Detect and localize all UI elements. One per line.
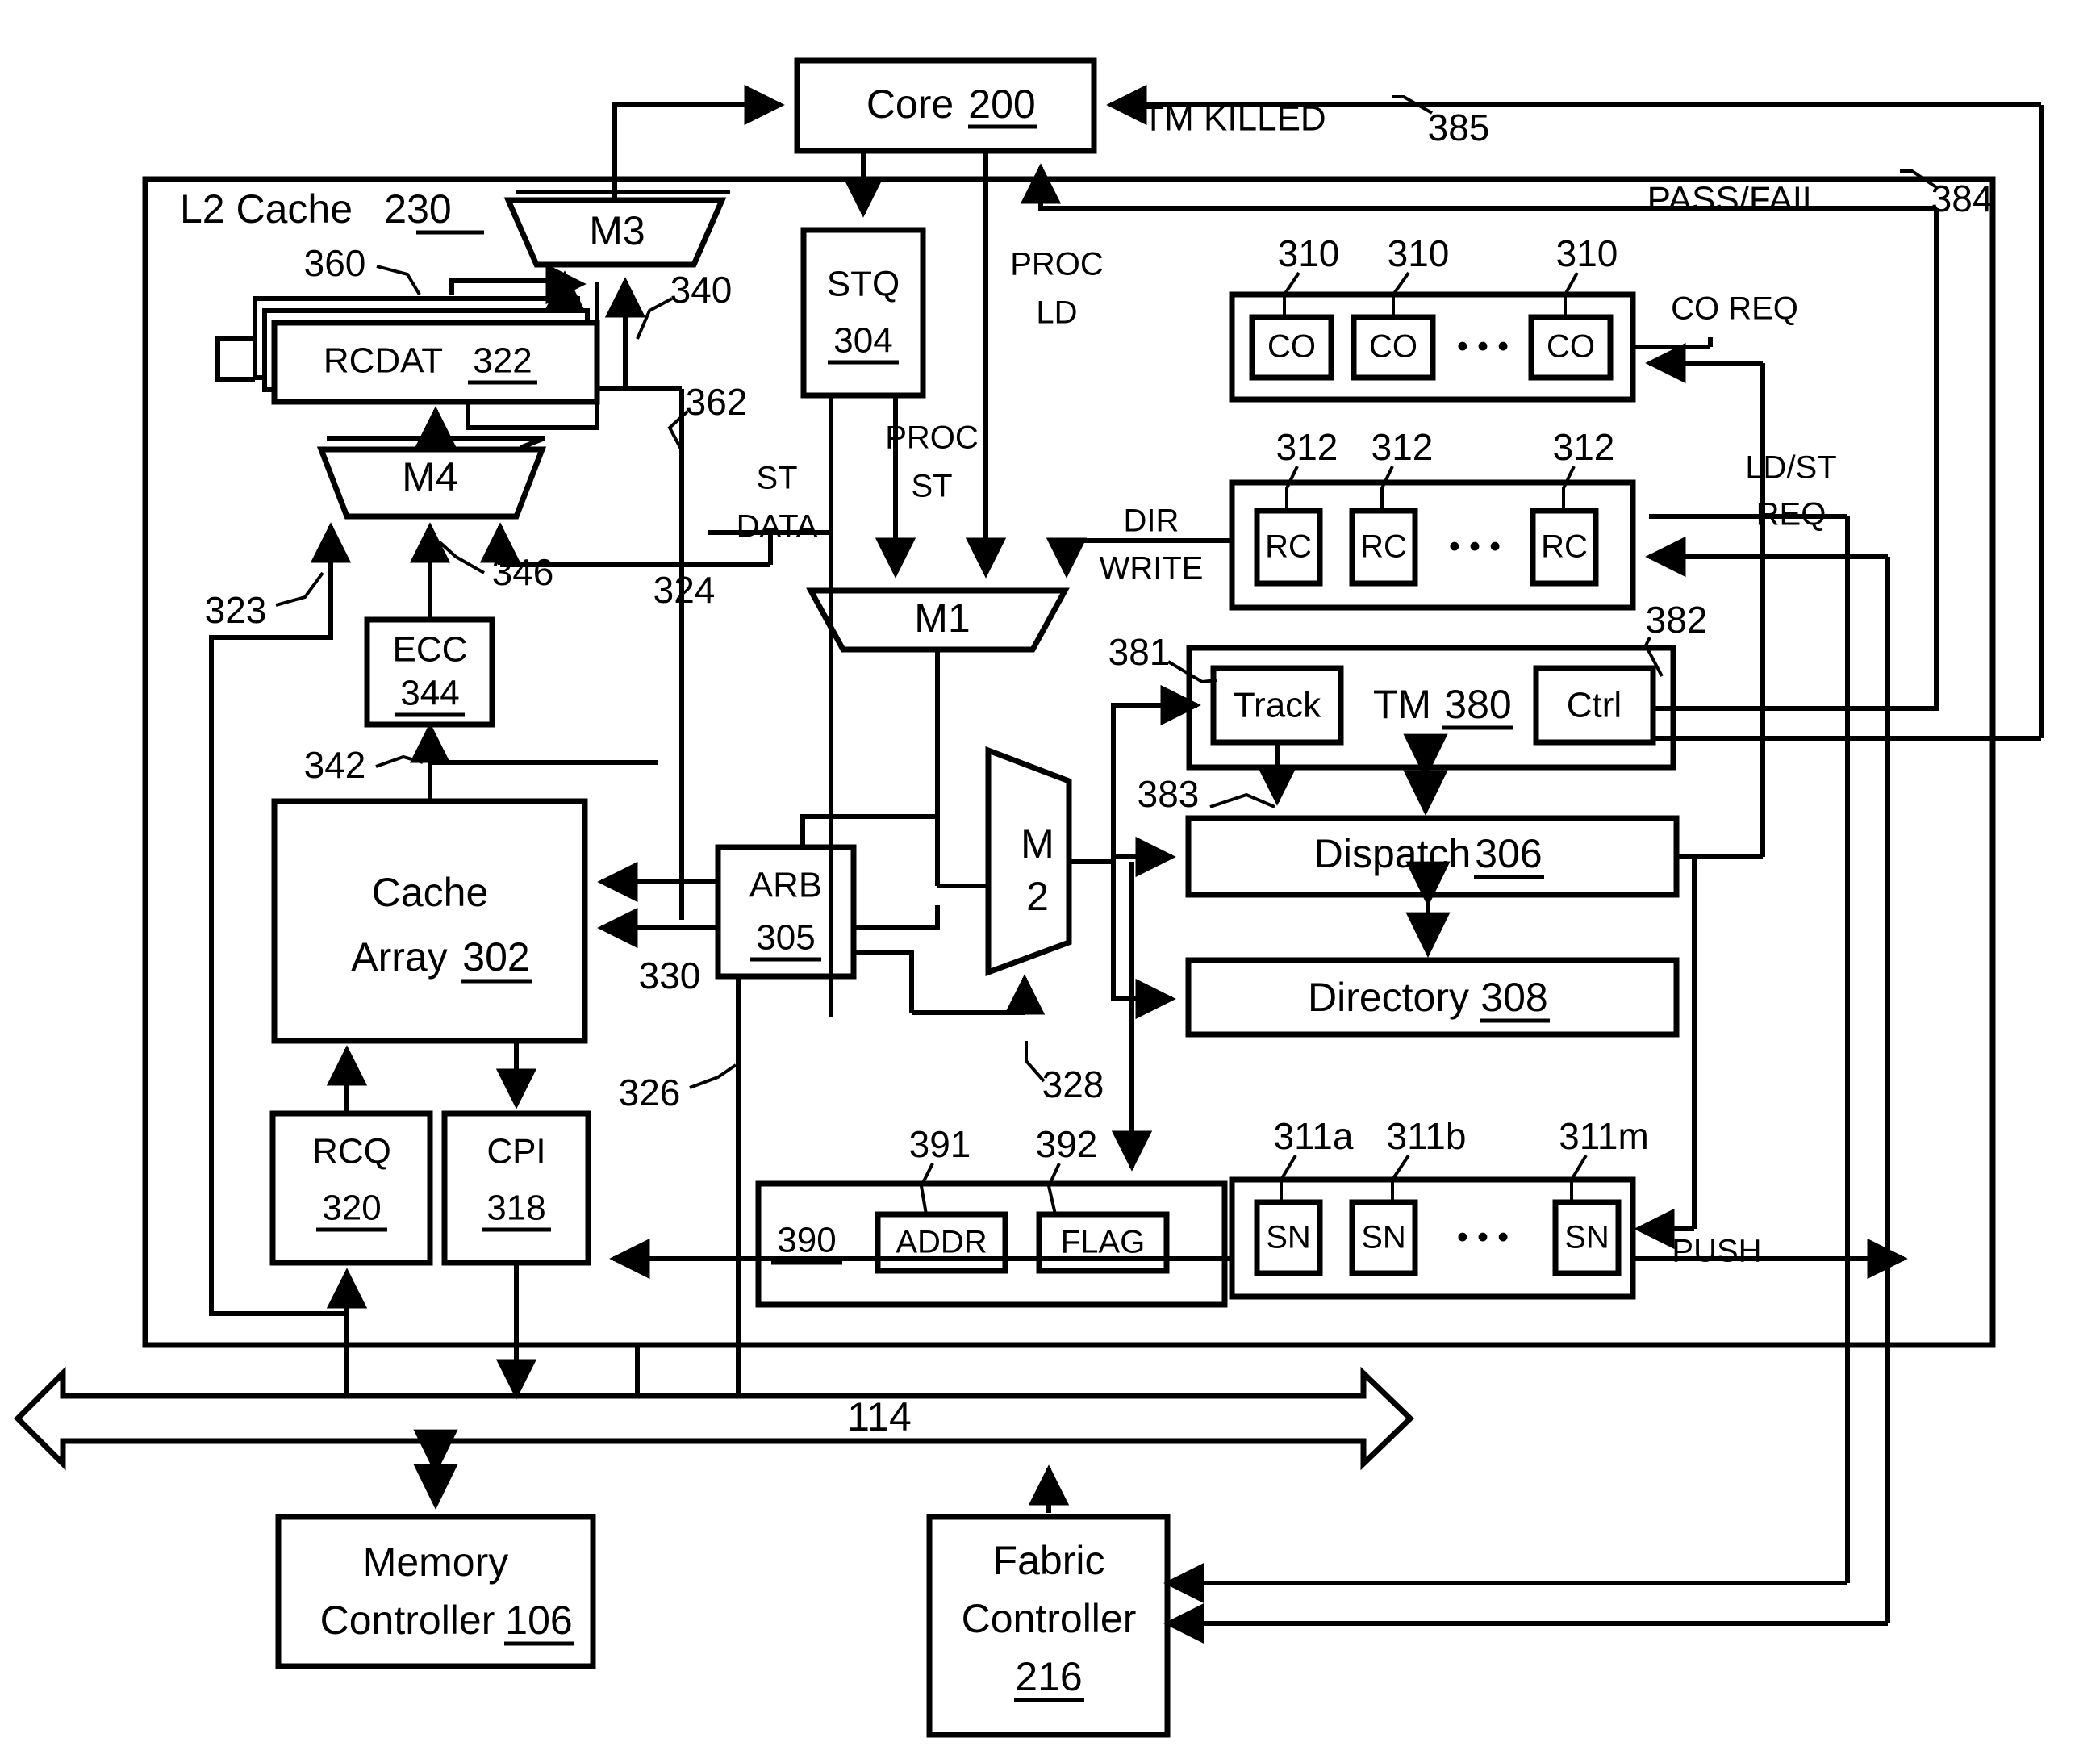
m4-label: M4 <box>402 454 457 499</box>
ref-362: 362 <box>686 381 748 423</box>
cache-array-label-1: Cache <box>372 870 489 915</box>
sn-label-1: SN <box>1266 1220 1311 1255</box>
system-bus-114 <box>14 1366 1415 1471</box>
cache-array-label-2: Array <box>351 934 447 980</box>
ref-346: 346 <box>492 551 554 593</box>
directory-ref: 308 <box>1480 975 1547 1020</box>
ref-391: 391 <box>909 1123 971 1165</box>
ref-383: 383 <box>1138 773 1200 815</box>
flag-label: FLAG <box>1061 1225 1145 1260</box>
stq-block[interactable] <box>800 227 926 399</box>
proc-st-label-2: ST <box>911 469 952 504</box>
rc-label-3: RC <box>1541 529 1588 565</box>
co-label-1: CO <box>1267 329 1316 365</box>
sn-label-3: SN <box>1564 1220 1609 1255</box>
addr-label: ADDR <box>896 1225 987 1260</box>
m2-label-2: 2 <box>1026 874 1049 919</box>
ref-311a: 311a <box>1274 1115 1354 1157</box>
ref-312b: 312 <box>1371 426 1434 468</box>
memory-controller-label-1: Memory <box>363 1539 509 1585</box>
ref-384: 384 <box>1931 178 1994 219</box>
cache-array-ref: 302 <box>462 934 529 980</box>
sn-ellipsis: • • • <box>1457 1220 1509 1255</box>
reg390-ref: 390 <box>777 1221 836 1260</box>
rc-label-1: RC <box>1265 529 1312 565</box>
directory-label: Directory <box>1308 975 1469 1020</box>
ref-326: 326 <box>619 1072 681 1113</box>
ref-310a: 310 <box>1278 232 1340 274</box>
ref-330: 330 <box>639 955 701 996</box>
pass-fail-label: PASS/FAIL <box>1647 180 1822 219</box>
m3-label: M3 <box>589 208 645 253</box>
push-label: PUSH <box>1672 1234 1761 1269</box>
ecc-label: ECC <box>393 630 468 670</box>
m2-label-1: M <box>1021 821 1054 867</box>
rcdat-ref: 322 <box>473 341 532 381</box>
ref-328: 328 <box>1042 1063 1104 1105</box>
ref-311b: 311b <box>1387 1115 1467 1157</box>
fabric-controller-ref: 216 <box>1015 1654 1082 1699</box>
ref-342: 342 <box>304 744 366 786</box>
rcq-label: RCQ <box>312 1132 391 1172</box>
l2-cache-label: L2 Cache <box>180 186 353 232</box>
ref-324: 324 <box>653 569 716 611</box>
ldst-req-label-2: REQ <box>1756 497 1827 533</box>
stq-ref: 304 <box>833 321 892 361</box>
ref-381: 381 <box>1108 631 1171 673</box>
l2-cache-ref: 230 <box>384 186 451 232</box>
ref-311m: 311m <box>1559 1115 1649 1157</box>
dispatch-ref: 306 <box>1475 831 1542 876</box>
track-label: Track <box>1234 686 1321 725</box>
tm-killed-label: TM KILLED <box>1142 99 1326 139</box>
ref-312c: 312 <box>1553 426 1615 468</box>
arb-ref: 305 <box>756 918 815 958</box>
ref-312a: 312 <box>1276 426 1338 468</box>
st-data-label-2: DATA <box>737 509 818 545</box>
ref-340: 340 <box>670 269 733 311</box>
co-req-label: CO REQ <box>1671 291 1798 327</box>
ctrl-label: Ctrl <box>1567 686 1622 725</box>
tm-label: TM <box>1373 682 1431 727</box>
memory-controller-ref: 106 <box>505 1598 572 1643</box>
m1-label: M1 <box>914 595 970 641</box>
st-data-label-1: ST <box>756 461 797 496</box>
co-label-3: CO <box>1547 329 1595 365</box>
proc-ld-label-2: LD <box>1036 295 1077 331</box>
cpi-ref: 318 <box>486 1189 545 1228</box>
sn-label-2: SN <box>1361 1220 1406 1255</box>
cpi-label: CPI <box>486 1132 545 1172</box>
ldst-req-label-1: LD/ST <box>1745 450 1836 486</box>
ref-392: 392 <box>1036 1123 1098 1165</box>
tm-ref: 380 <box>1444 682 1511 727</box>
block-diagram-svg: Core 200 L2 Cache 230 360 M3 RCDAT 322 3… <box>14 57 2044 1738</box>
ref-310b: 310 <box>1388 232 1450 274</box>
ref-323: 323 <box>205 589 267 631</box>
fabric-controller-label-1: Fabric <box>993 1538 1105 1583</box>
rcq-ref: 320 <box>322 1189 381 1228</box>
ecc-ref: 344 <box>400 674 459 713</box>
stq-label: STQ <box>827 265 900 304</box>
rcdat-label: RCDAT <box>324 341 443 381</box>
fabric-controller-label-2: Controller <box>962 1596 1137 1641</box>
co-label-2: CO <box>1369 329 1417 365</box>
dir-write-label-2: WRITE <box>1100 551 1204 587</box>
rc-ellipsis: • • • <box>1449 529 1501 565</box>
ref-360: 360 <box>304 242 366 284</box>
core-label: Core <box>866 81 954 127</box>
proc-st-label-1: PROC <box>885 420 979 456</box>
rc-label-2: RC <box>1360 529 1407 565</box>
core-ref: 200 <box>968 81 1035 127</box>
dispatch-label: Dispatch <box>1314 831 1472 876</box>
ref-310c: 310 <box>1556 232 1618 274</box>
arb-label: ARB <box>749 866 822 905</box>
bus-ref: 114 <box>847 1394 912 1439</box>
cache-array-block[interactable] <box>271 798 588 1044</box>
proc-ld-label-1: PROC <box>1010 247 1104 282</box>
ref-385: 385 <box>1428 107 1490 148</box>
co-ellipsis: • • • <box>1457 329 1509 365</box>
ref-382: 382 <box>1646 599 1708 641</box>
memory-controller-label-2: Controller <box>320 1598 495 1643</box>
figure-canvas: Core 200 L2 Cache 230 360 M3 RCDAT 322 3… <box>0 0 2100 1763</box>
dir-write-label-1: DIR <box>1124 503 1179 539</box>
